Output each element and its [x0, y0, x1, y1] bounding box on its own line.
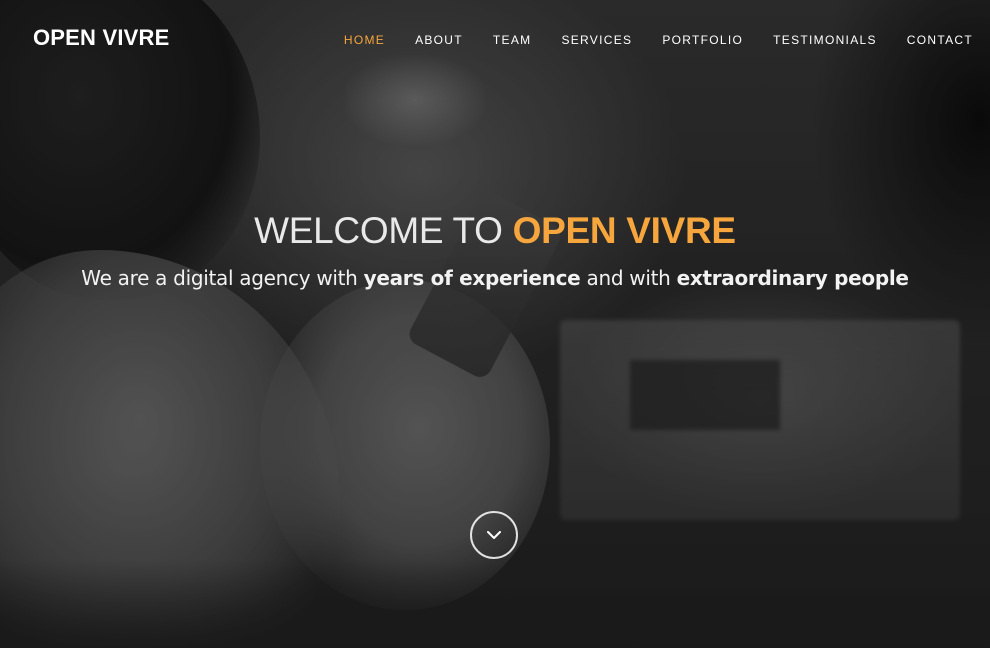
navbar: OPEN VIVRE HOME ABOUT TEAM SERVICES PORT… [0, 0, 990, 78]
hero-section: OPEN VIVRE HOME ABOUT TEAM SERVICES PORT… [0, 0, 990, 648]
subline-bold-1: years of experience [363, 266, 581, 290]
nav-item-home: HOME [344, 31, 385, 49]
hero-subheadline: We are a digital agency with years of ex… [0, 266, 990, 290]
nav-link-portfolio[interactable]: PORTFOLIO [662, 33, 743, 47]
nav-item-about: ABOUT [415, 31, 463, 49]
subline-text-1: We are a digital agency with [81, 266, 364, 290]
nav-link-home[interactable]: HOME [344, 33, 385, 47]
subline-bold-2: extraordinary people [676, 266, 909, 290]
headline-accent: OPEN VIVRE [512, 210, 736, 251]
headline-prefix: WELCOME TO [254, 210, 513, 251]
nav-item-contact: CONTACT [907, 31, 973, 49]
subline-text-2: and with [580, 266, 677, 290]
brand-logo[interactable]: OPEN VIVRE [33, 25, 169, 51]
hero-content: WELCOME TO OPEN VIVRE We are a digital a… [0, 210, 990, 290]
chevron-down-icon [487, 530, 501, 539]
nav-item-services: SERVICES [561, 31, 632, 49]
nav-link-services[interactable]: SERVICES [561, 33, 632, 47]
hero-headline: WELCOME TO OPEN VIVRE [0, 210, 990, 252]
nav-menu: HOME ABOUT TEAM SERVICES PORTFOLIO TESTI… [314, 31, 973, 49]
scroll-down-button[interactable] [470, 511, 518, 559]
nav-item-team: TEAM [493, 31, 532, 49]
nav-link-contact[interactable]: CONTACT [907, 33, 973, 47]
nav-item-portfolio: PORTFOLIO [662, 31, 743, 49]
nav-link-about[interactable]: ABOUT [415, 33, 463, 47]
nav-item-testimonials: TESTIMONIALS [773, 31, 877, 49]
nav-link-team[interactable]: TEAM [493, 33, 532, 47]
nav-link-testimonials[interactable]: TESTIMONIALS [773, 33, 877, 47]
